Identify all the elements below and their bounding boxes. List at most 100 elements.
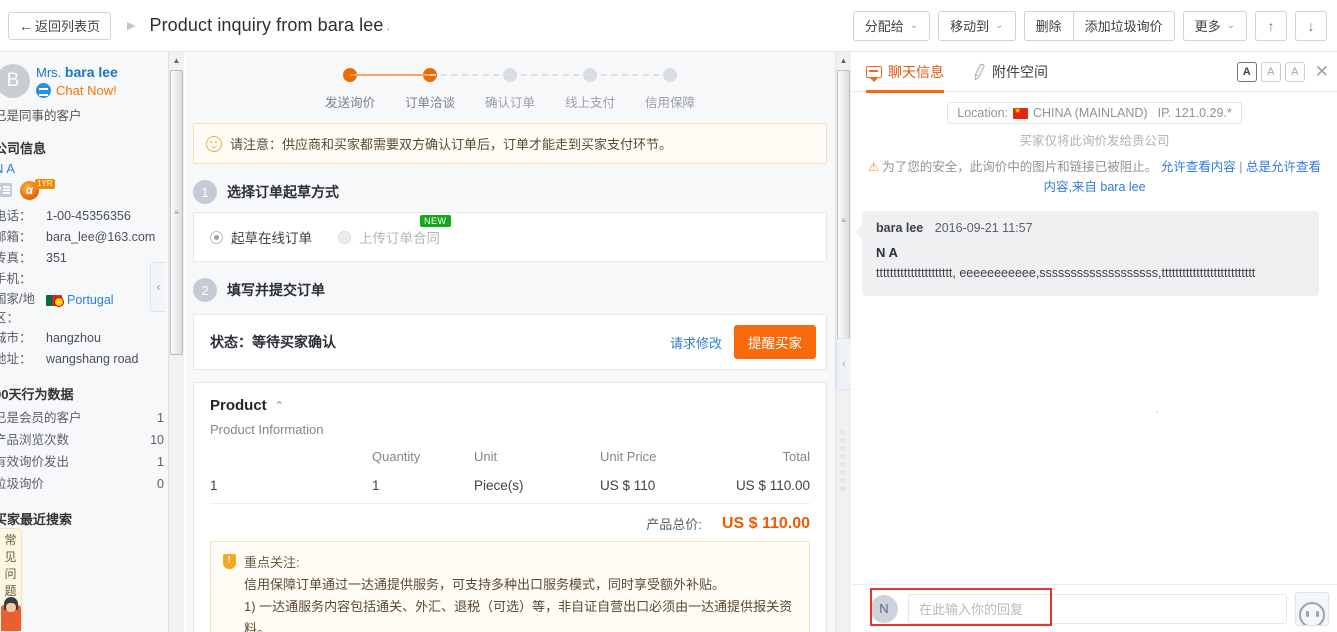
contact-city-row: 城市： hangzhou (0, 328, 168, 349)
step-connector (590, 74, 670, 76)
tab-attachments[interactable]: 🖉 附件空间 (970, 52, 1048, 92)
cell-name: 1 (210, 478, 218, 493)
chat-now-label: Chat Now! (56, 83, 117, 98)
radio-upload-contract[interactable] (338, 230, 351, 244)
radio-online-draft-label[interactable]: 起草在线订单 (231, 227, 312, 247)
message-subject: N A (876, 245, 898, 260)
more-button[interactable]: 更多 ⌄ (1182, 10, 1247, 41)
behavior-label: 产品浏览次数 (0, 433, 70, 447)
center-scrollbar-thumb[interactable]: ≡ (837, 70, 850, 370)
back-to-list-button[interactable]: ← 返回列表页 (8, 11, 112, 40)
collapse-center-panel-button[interactable]: ‹ (836, 338, 851, 390)
message-sender: bara lee (876, 221, 924, 235)
key-notice-line: 信用保障订单通过一达通提供服务，可支持多种出口服务模式，同时享受额外补贴。 (244, 577, 726, 592)
font-size-medium-button[interactable]: A (1260, 61, 1281, 82)
cell-unit-price: US $ 110 (600, 478, 656, 493)
order-notice-banner: 请注意：供应商和买家都需要双方确认订单后，订单才能走到买家支付环节。 (193, 123, 827, 164)
buyer-header: B Mrs. bara lee Chat Now! (0, 62, 168, 98)
col-quantity: Quantity (372, 449, 421, 464)
message-header: bara lee 2016-09-21 11:57 (876, 221, 1305, 235)
tab-chat-messages[interactable]: 聊天信息 (866, 52, 944, 93)
step-connector (350, 74, 430, 76)
back-arrow-icon: ← (19, 17, 33, 34)
product-section-header[interactable]: Product ⌃ (210, 397, 810, 414)
inquiry-exclusivity-note: 买家仅将此询价发给贵公司 (1019, 134, 1170, 148)
behavior-label: 垃圾询价 (0, 477, 45, 491)
page-title: Product inquiry from bara lee (149, 15, 384, 35)
contact-address-label: 地址： (0, 352, 32, 366)
contact-address-row: 地址： wangshang road (0, 349, 168, 370)
cell-unit: Piece(s) (474, 478, 524, 493)
font-size-large-button[interactable]: A (1284, 61, 1305, 82)
assign-to-button[interactable]: 分配给 ⌄ (852, 10, 931, 41)
draft-method-box: 起草在线订单 上传订单合同 NEW (193, 212, 827, 262)
col-name (210, 443, 372, 470)
order-status-label: 状态： (210, 334, 252, 350)
section-number-badge: 1 (193, 180, 217, 204)
message-timestamp: 2016-09-21 11:57 (934, 221, 1033, 235)
location-ip: IP. 121.0.29.* (1157, 106, 1232, 120)
remind-buyer-button[interactable]: 提醒买家 (734, 325, 816, 359)
order-notice-text: 请注意：供应商和买家都需要双方确认订单后，订单才能走到买家支付环节。 (230, 137, 673, 152)
message-list: bara lee 2016-09-21 11:57 N A tttttttttt… (852, 197, 1337, 296)
message-body: N A tttttttttttttttttttttt, eeeeeeeeeee,… (876, 245, 1305, 282)
step-trade-assurance: 信用保障 (590, 68, 710, 111)
contact-mobile-label: 手机： (0, 272, 32, 286)
chat-bubble-icon (36, 83, 51, 98)
left-scrollbar-thumb[interactable]: ≡ (170, 70, 183, 355)
contact-email-row: 邮箱： bara_lee@163.com (0, 227, 168, 248)
step-connector (510, 74, 590, 76)
order-status-actions: 请求修改 提醒买家 (670, 325, 816, 359)
product-section-title: Product (210, 397, 267, 414)
step-connector (430, 74, 510, 76)
contact-city-label: 城市： (0, 331, 32, 345)
contact-fax-value: 351 (46, 251, 67, 265)
faq-side-tab[interactable]: 常见问题 (0, 528, 22, 632)
left-panel-scrollbar[interactable]: ▲ ≡ (168, 52, 184, 632)
draft-method-options: 起草在线订单 上传订单合同 NEW (194, 213, 826, 261)
tab-attachments-label: 附件空间 (992, 63, 1048, 80)
request-change-link[interactable]: 请求修改 (670, 333, 722, 352)
buyer-info-panel: B Mrs. bara lee Chat Now! 已是同事的客户 公司信息 N… (0, 52, 168, 632)
contact-country-value: Portugal (46, 290, 114, 328)
company-info-heading: 公司信息 (0, 141, 47, 156)
new-badge: NEW (420, 215, 451, 227)
behavior-label: 有效询价发出 (0, 455, 70, 469)
panel-resize-grip[interactable] (840, 430, 846, 491)
behavior-data-heading: 90天行为数据 (0, 387, 74, 402)
allow-view-content-link[interactable]: 允许查看内容 (1161, 160, 1236, 174)
behavior-value: 1 (157, 455, 164, 469)
app-root: ← 返回列表页 ▶ Product inquiry from bara lee … (0, 0, 1337, 632)
move-to-button[interactable]: 移动到 ⌄ (938, 10, 1016, 41)
chevron-up-icon[interactable]: ⌃ (275, 399, 284, 412)
smiley-icon (206, 135, 222, 152)
radio-upload-contract-label[interactable]: 上传订单合同 (359, 227, 440, 247)
security-warning: ⚠ 为了您的安全，此询价中的图片和链接已被阻止。 允许查看内容 | 总是允许查看内… (868, 157, 1321, 197)
collapse-left-panel-button[interactable]: ‹ (150, 262, 166, 312)
scroll-up-arrow-icon[interactable]: ▲ (836, 52, 851, 68)
radio-online-draft[interactable] (210, 230, 223, 244)
chat-now-button[interactable]: Chat Now! (36, 83, 118, 98)
key-notice-text: 重点关注: 信用保障订单通过一达通提供服务，可支持多种出口服务模式，同时享受额外… (244, 552, 797, 632)
reply-input[interactable]: 在此输入你的回复 (908, 593, 1287, 624)
message-text: tttttttttttttttttttttt, eeeeeeeeeee,ssss… (876, 266, 1256, 280)
company-name[interactable]: N A (0, 161, 168, 176)
product-table: Quantity Unit Unit Price Total 1 1 Piece… (210, 443, 810, 503)
add-spam-button[interactable]: 添加垃圾询价 (1073, 10, 1175, 41)
scroll-up-arrow-icon[interactable]: ▲ (169, 52, 184, 68)
delete-button[interactable]: 删除 (1023, 10, 1074, 41)
business-card-icon (0, 183, 12, 197)
font-size-small-button[interactable]: A (1236, 61, 1257, 82)
close-icon[interactable]: ✕ (1315, 62, 1329, 82)
contact-phone-row: 电话： 1-00-45356356 (0, 206, 168, 227)
location-country: CHINA (MAINLAND) (1033, 106, 1148, 120)
order-progress-steps: 发送询价 订单洽谈 确认订单 线上支付 信用保障 (185, 52, 835, 117)
emoji-picker-button[interactable] (1295, 591, 1329, 626)
behavior-value: 1 (157, 411, 164, 425)
contact-fax-row: 传真： 351 (0, 248, 168, 269)
next-inquiry-button[interactable]: ↓ (1295, 10, 1327, 41)
behavior-row: 垃圾询价 0 (0, 473, 168, 495)
assign-to-label: 分配给 (864, 19, 904, 34)
step-label: 订单洽谈 (404, 96, 455, 110)
previous-inquiry-button[interactable]: ↑ (1255, 10, 1287, 41)
